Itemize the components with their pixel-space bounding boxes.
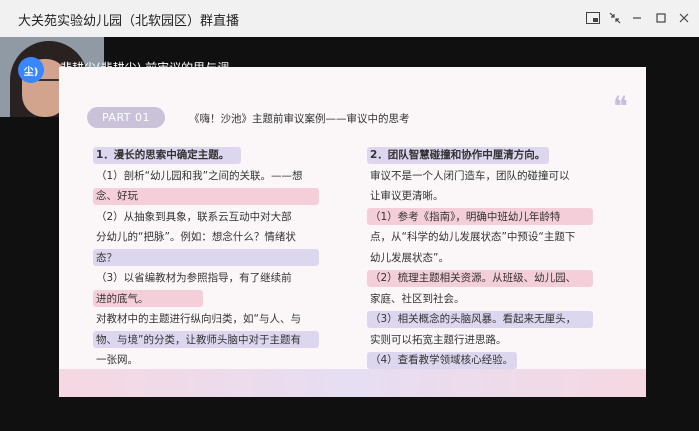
slide-footer-decoration <box>59 369 646 397</box>
right-line: 点，从“科学的幼儿发展状态”中预设“主题下 <box>370 231 576 243</box>
right-column: 2．团队智慧碰撞和协作中厘清方向。 审议不是一个人闭门造车，团队的碰撞可以 让审… <box>370 145 598 371</box>
left-line: 对教材中的主题进行纵向归类，如“与人、与 <box>96 313 301 325</box>
part-label: PART 01 <box>87 107 165 128</box>
left-line: 物、与境”的分类，让教师头脑中对于主题有 <box>96 333 301 346</box>
left-line: （3）以省编教材为参照指导，有了继续前 <box>96 272 292 284</box>
left-line: 进的底气。 <box>96 292 149 305</box>
left-heading: 1．漫长的思索中确定主题。 <box>96 149 230 161</box>
left-line: （1）剖析“幼儿园和我”之间的关联。——想 <box>96 169 303 182</box>
quote-mark-icon: ❝ <box>612 90 628 123</box>
right-line: 审议不是一个人闭门造车，团队的碰撞可以 <box>370 169 570 182</box>
right-line: （2）梳理主题相关资源。从班级、幼儿园、 <box>370 272 577 284</box>
right-line: 幼儿发展状态”。 <box>370 251 449 264</box>
right-line: 让审议更清晰。 <box>370 190 444 202</box>
close-icon[interactable] <box>675 9 693 27</box>
left-column: 1．漫长的思索中确定主题。 （1）剖析“幼儿园和我”之间的关联。——想 念、好玩… <box>96 145 324 371</box>
right-line: 实则可以拓宽主题行进思路。 <box>370 333 507 346</box>
left-line: 分幼儿的“把脉”。例如：想念什么？情绪状 <box>96 231 296 243</box>
right-heading: 2．团队智慧碰撞和协作中厘清方向。 <box>370 149 546 161</box>
right-line: 家庭、社区到社会。 <box>370 292 465 305</box>
slide-title: 《嗨！沙池》主题前审议案例——审议中的思考 <box>189 113 410 125</box>
presenter-avatar-badge: 尘) <box>18 57 44 83</box>
minimize-icon[interactable] <box>628 9 646 27</box>
left-line: 态？ <box>96 251 117 264</box>
picture-in-picture-icon[interactable] <box>584 9 602 27</box>
right-line: （1）参考《指南》，明确中班幼儿年龄特 <box>370 210 561 223</box>
left-line: （2）从抽象到具象，联系云互动中对大部 <box>96 210 292 223</box>
maximize-icon[interactable] <box>652 9 670 27</box>
shrink-icon[interactable] <box>606 9 624 27</box>
right-line: （3）相关概念的头脑风暴。看起来无厘头， <box>370 313 577 325</box>
window-title: 大关苑实验幼儿园（北软园区）群直播 <box>18 14 240 29</box>
presentation-slide: PART 01 《嗨！沙池》主题前审议案例——审议中的思考 ❝ 1．漫长的思索中… <box>59 67 646 397</box>
title-bar: 大关苑实验幼儿园（北软园区）群直播 <box>0 0 699 37</box>
left-line: 念、好玩 <box>96 190 138 202</box>
left-line: 一张网。 <box>96 354 138 366</box>
right-line: （4）查看教学领域核心经验。 <box>370 354 514 366</box>
